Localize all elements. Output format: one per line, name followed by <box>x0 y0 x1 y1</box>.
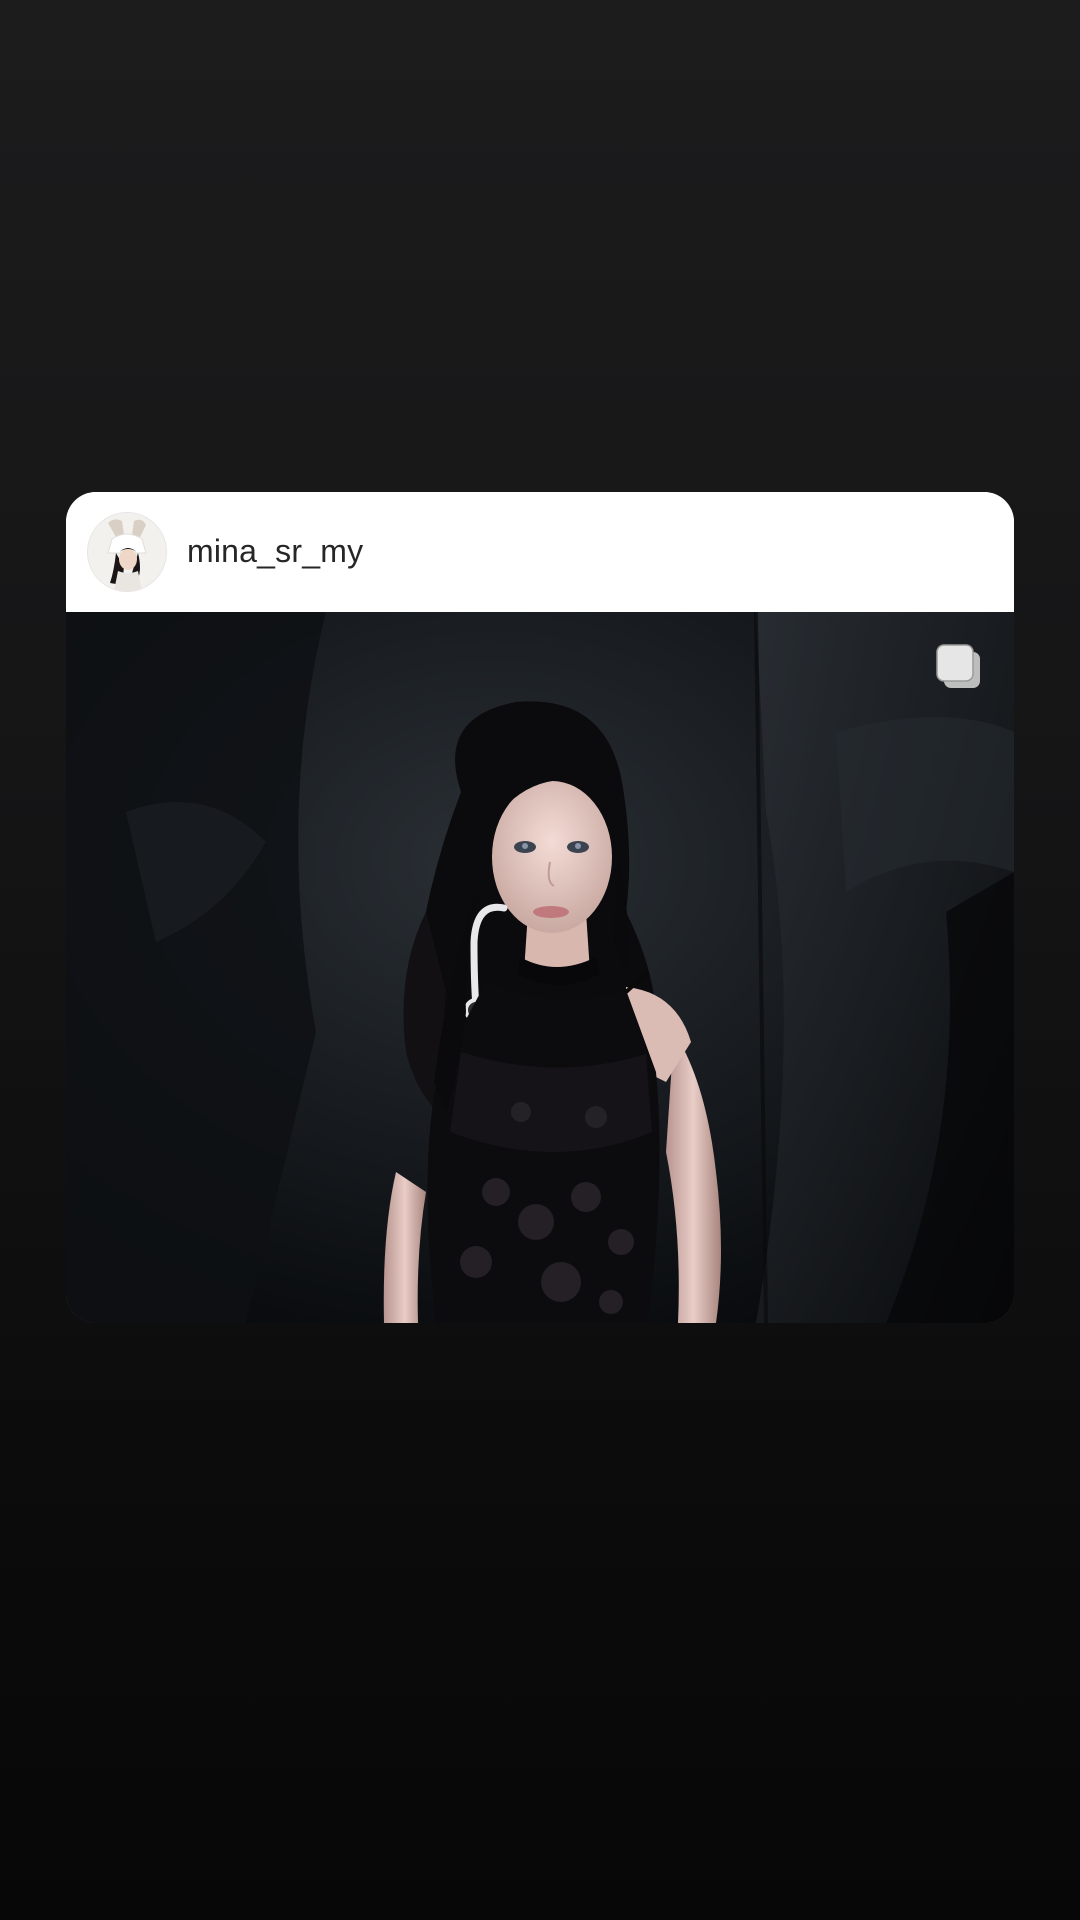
photo-image <box>66 612 1014 1323</box>
post-username[interactable]: mina_sr_my <box>187 532 363 570</box>
profile-avatar[interactable] <box>87 512 167 592</box>
post-header: mina_sr_my <box>66 492 1014 612</box>
carousel-stack-icon <box>936 644 982 690</box>
shared-post-card[interactable]: mina_sr_my <box>66 492 1014 1323</box>
post-photo[interactable] <box>66 612 1014 1323</box>
story-canvas: mina_sr_my <box>0 0 1080 1920</box>
avatar-image <box>88 513 166 591</box>
